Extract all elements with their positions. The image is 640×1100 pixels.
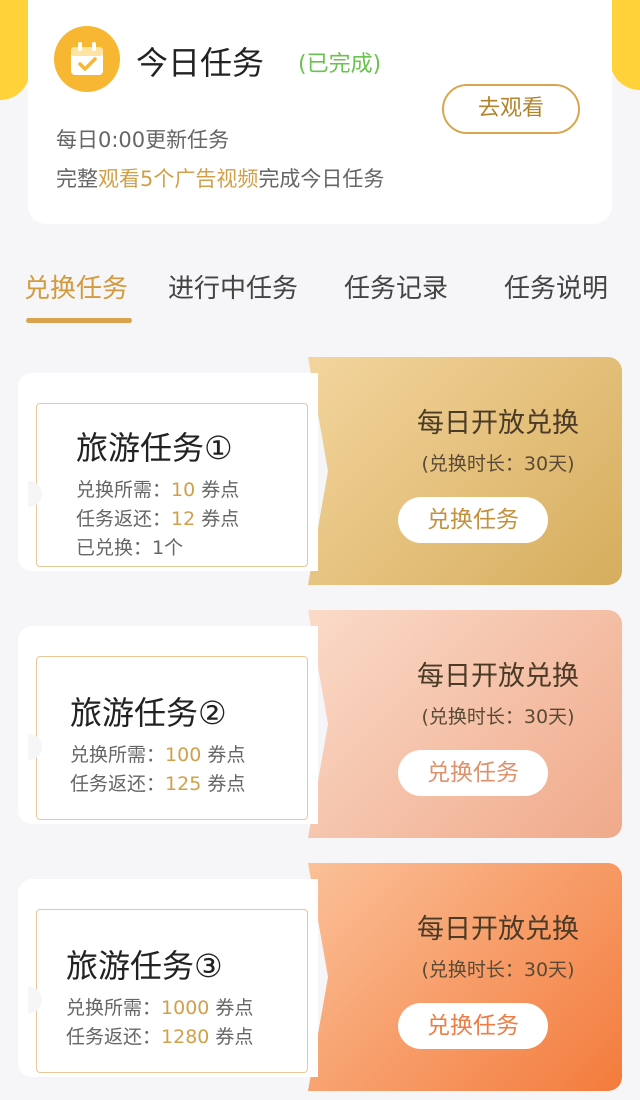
task-return: 任务返还：125 券点: [70, 773, 246, 795]
watch-button[interactable]: 去观看: [442, 84, 580, 134]
task-cost: 兑换所需：10 券点: [76, 479, 240, 501]
open-exchange-label: 每日开放兑换: [417, 661, 579, 692]
task-card-1: 旅游任务① 兑换所需：10 券点 任务返还：12 券点 已兑换：1个 每日开放兑…: [18, 357, 622, 587]
tab-exchange-tasks[interactable]: 兑换任务: [24, 268, 128, 305]
exchange-task-button[interactable]: 兑换任务: [398, 497, 548, 543]
daily-task-title: 今日任务: [136, 44, 265, 82]
daily-task-card: 今日任务 (已完成) 去观看 每日0:00更新任务 完整观看5个广告视频完成今日…: [28, 0, 612, 224]
requirement-suffix: 完成今日任务: [258, 167, 385, 191]
tab-in-progress-tasks[interactable]: 进行中任务: [168, 268, 298, 305]
exchange-duration: (兑换时长：30天): [421, 453, 575, 475]
task-card-info: 旅游任务② 兑换所需：100 券点 任务返还：125 券点: [18, 626, 318, 824]
calendar-check-icon: [54, 26, 120, 92]
task-card-3: 旅游任务③ 兑换所需：1000 券点 任务返还：1280 券点 每日开放兑换 (…: [18, 863, 622, 1093]
exchange-duration: (兑换时长：30天): [421, 959, 575, 981]
task-return: 任务返还：12 券点: [76, 508, 240, 530]
task-cost: 兑换所需：1000 券点: [66, 997, 254, 1019]
exchange-task-button[interactable]: 兑换任务: [398, 750, 548, 796]
task-return: 任务返还：1280 券点: [66, 1026, 254, 1048]
task-card-info: 旅游任务③ 兑换所需：1000 券点 任务返还：1280 券点: [18, 879, 318, 1077]
task-title: 旅游任务③: [66, 947, 223, 985]
requirement-highlight: 观看5个广告视频: [98, 167, 259, 191]
tab-task-records[interactable]: 任务记录: [344, 268, 448, 305]
daily-task-status: (已完成): [298, 52, 382, 77]
task-card-2: 旅游任务② 兑换所需：100 券点 任务返还：125 券点 每日开放兑换 (兑换…: [18, 610, 622, 840]
task-title: 旅游任务①: [76, 429, 233, 467]
exchange-task-button[interactable]: 兑换任务: [398, 1003, 548, 1049]
task-exchanged-count: 已兑换：1个: [76, 537, 184, 559]
requirement-prefix: 完整: [56, 167, 98, 191]
open-exchange-label: 每日开放兑换: [417, 914, 579, 945]
task-tabs: 兑换任务 进行中任务 任务记录 任务说明: [0, 268, 640, 328]
open-exchange-label: 每日开放兑换: [417, 408, 579, 439]
daily-update-note: 每日0:00更新任务: [56, 128, 230, 152]
header-decoration-right: [610, 0, 640, 90]
task-title: 旅游任务②: [70, 694, 227, 732]
daily-task-requirement: 完整观看5个广告视频完成今日任务: [56, 163, 384, 193]
task-cost: 兑换所需：100 券点: [70, 744, 246, 766]
task-card-info: 旅游任务① 兑换所需：10 券点 任务返还：12 券点 已兑换：1个: [18, 373, 318, 571]
exchange-duration: (兑换时长：30天): [421, 706, 575, 728]
active-tab-indicator: [26, 318, 132, 323]
header-decoration-left: [0, 0, 30, 100]
tab-task-instructions[interactable]: 任务说明: [504, 268, 608, 305]
